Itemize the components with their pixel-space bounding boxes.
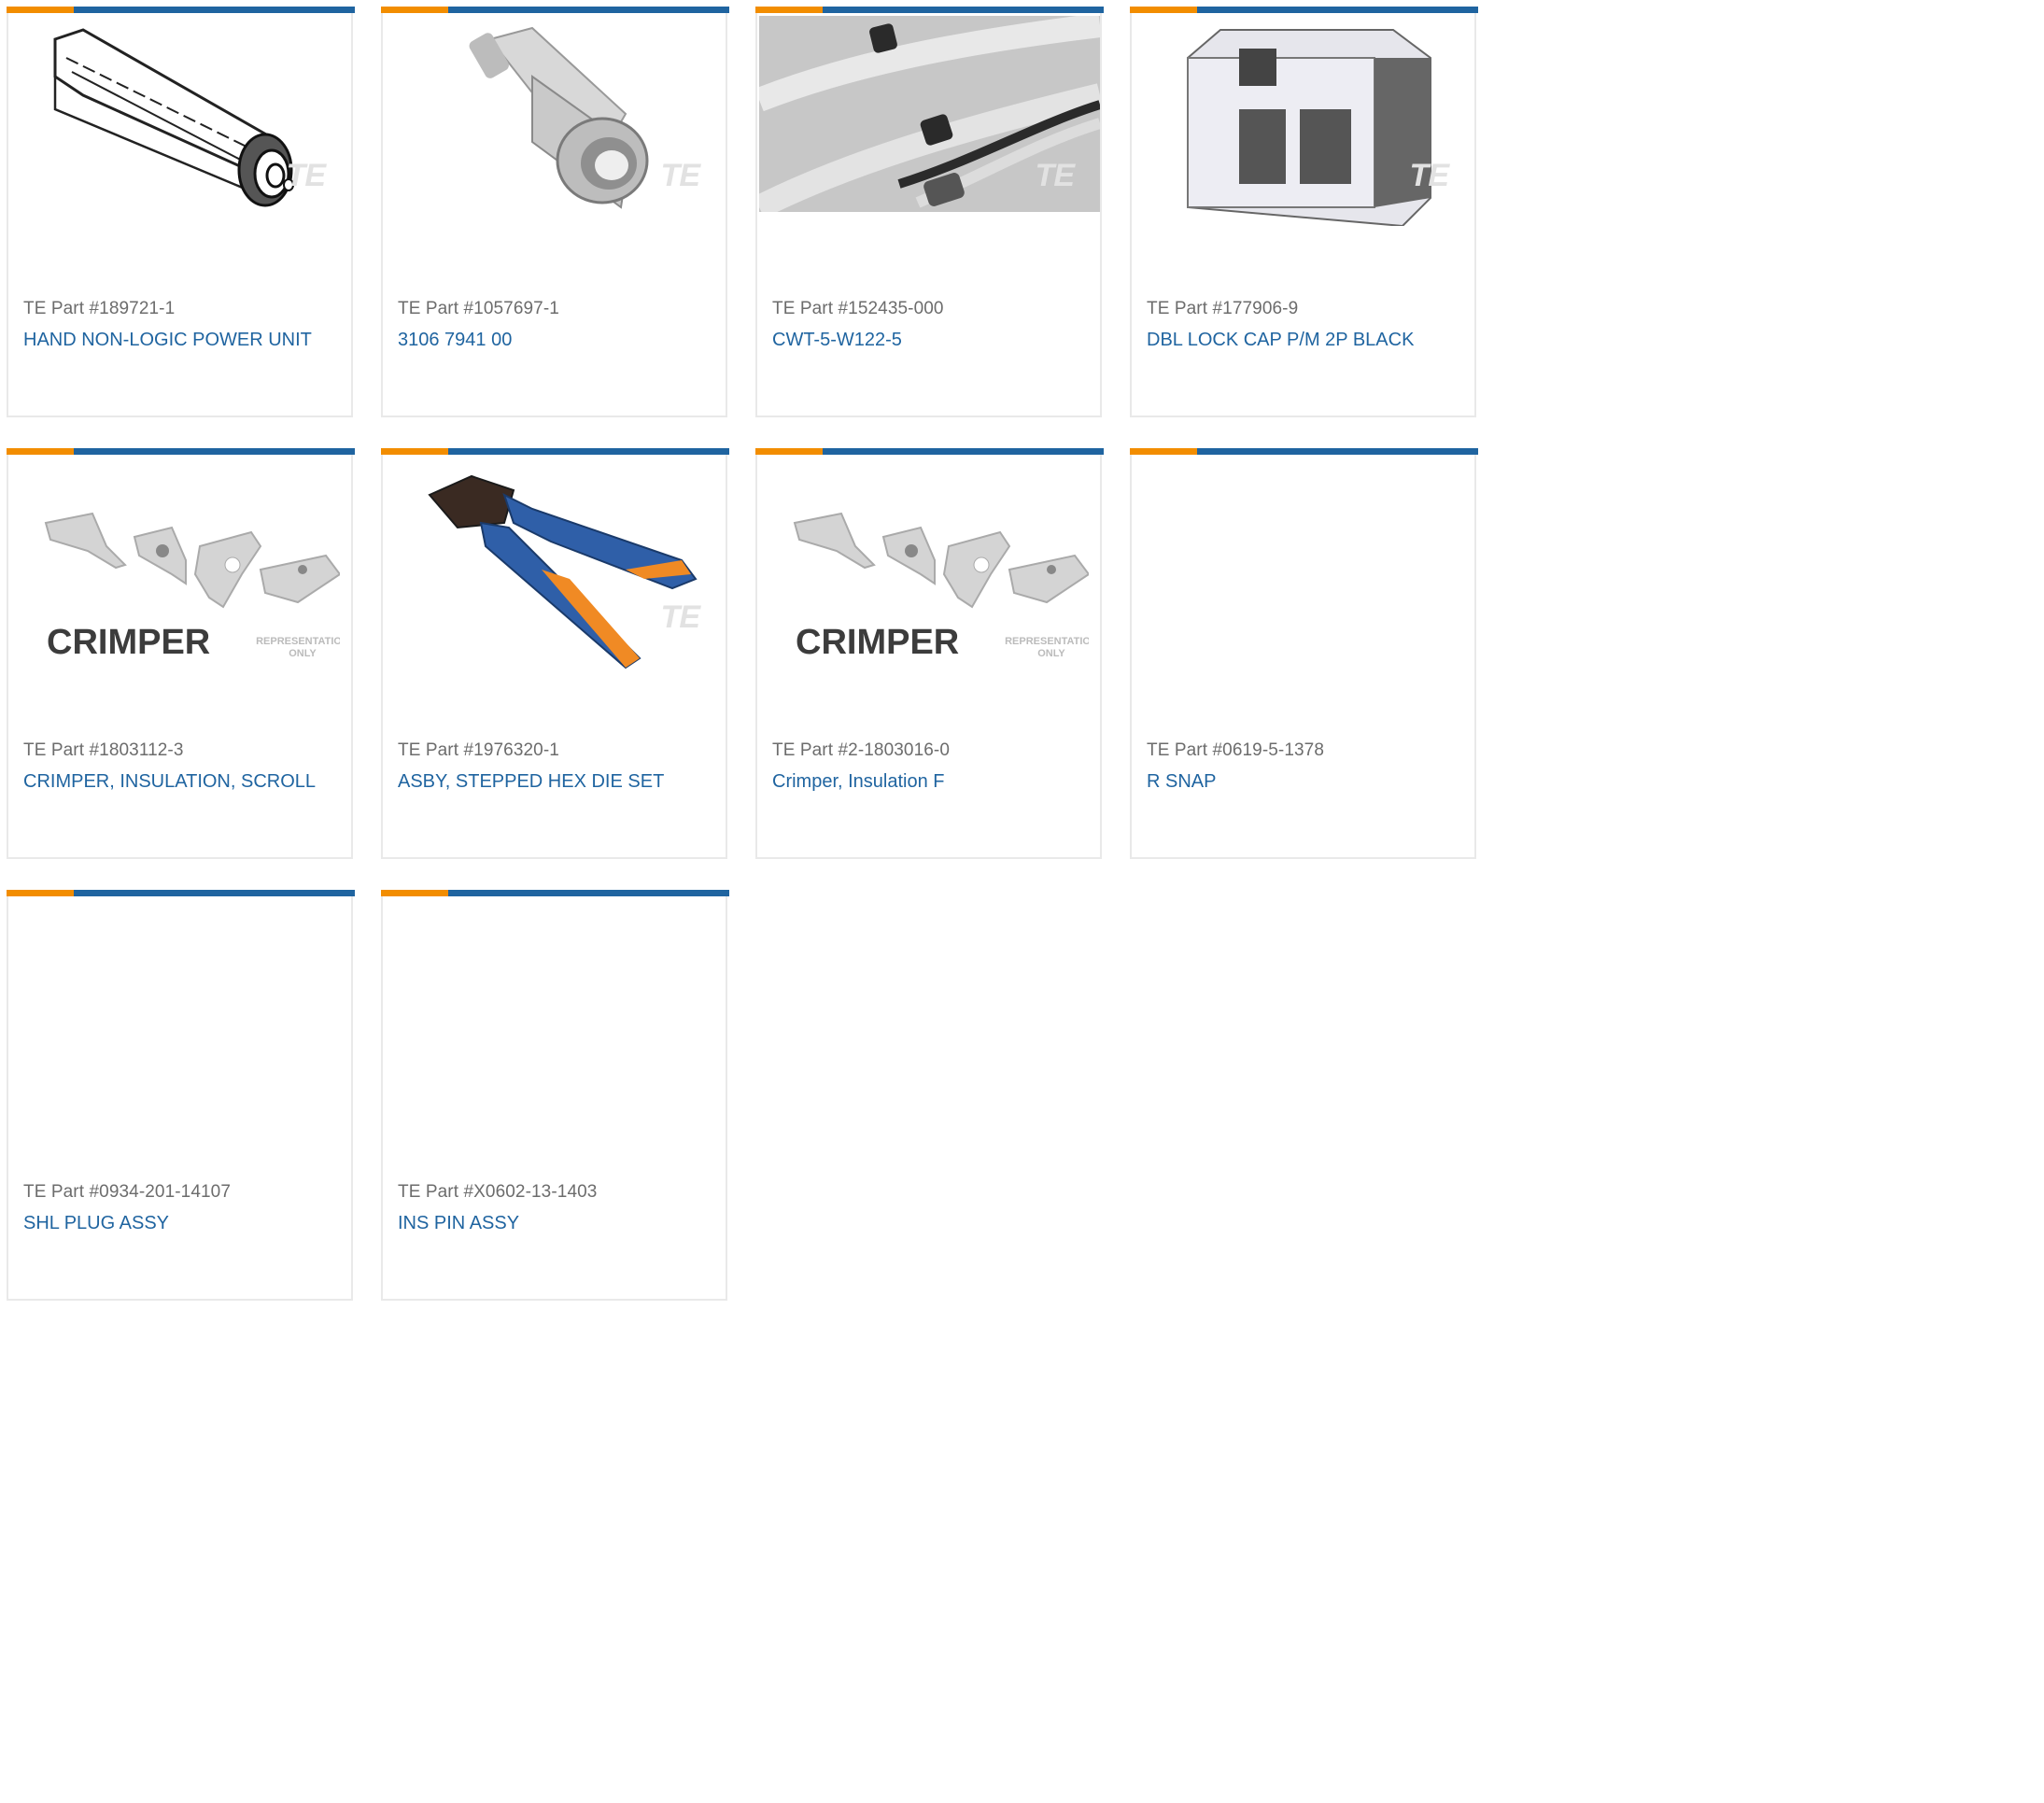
te-watermark: TE <box>286 158 326 193</box>
card-accent-bar <box>381 890 729 896</box>
card-accent-bar <box>1130 7 1478 13</box>
product-name-link[interactable]: INS PIN ASSY <box>398 1213 718 1234</box>
product-name-link[interactable]: SHL PLUG ASSY <box>23 1213 344 1234</box>
product-card[interactable]: CRIMPER REPRESENTATION ONLY TE Part #180… <box>7 448 355 859</box>
product-card[interactable]: TE TE Part #1057697-1 3106 7941 00 <box>381 7 729 417</box>
product-name-link[interactable]: DBL LOCK CAP P/M 2P BLACK <box>1147 330 1467 351</box>
crimper-text: CRIMPER <box>47 623 210 662</box>
part-number: TE Part #0934-201-14107 <box>23 1182 232 1202</box>
empty-image <box>1134 455 1474 674</box>
part-number: TE Part #1976320-1 <box>398 740 559 760</box>
only-text: ONLY <box>289 648 317 659</box>
card-accent-bar <box>755 448 1104 455</box>
part-number: TE Part #177906-9 <box>1147 299 1299 318</box>
part-number: TE Part #0619-5-1378 <box>1147 740 1325 760</box>
te-watermark: TE <box>660 599 700 635</box>
card-accent-bar <box>7 890 355 896</box>
product-name-link[interactable]: 3106 7941 00 <box>398 330 718 351</box>
product-name-link[interactable]: CWT-5-W122-5 <box>772 330 1092 351</box>
product-name-link[interactable]: R SNAP <box>1147 771 1467 793</box>
empty-image <box>10 896 351 1116</box>
product-name-link[interactable]: Crimper, Insulation F <box>772 771 1092 793</box>
representation-text: REPRESENTATION <box>256 636 340 647</box>
te-watermark: TE <box>1409 158 1449 193</box>
card-accent-bar <box>7 448 355 455</box>
product-card[interactable]: TE TE Part #1976320-1 ASBY, STEPPED HEX … <box>381 448 729 859</box>
only-text: ONLY <box>1037 648 1065 659</box>
product-name-link[interactable]: ASBY, STEPPED HEX DIE SET <box>398 771 718 793</box>
empty-image <box>385 896 726 1116</box>
connector-housing-image[interactable]: TE <box>1134 13 1474 232</box>
product-card[interactable]: TE TE Part #152435-000 CWT-5-W122-5 <box>755 7 1104 417</box>
product-name-link[interactable]: HAND NON-LOGIC POWER UNIT <box>23 330 344 351</box>
part-number: TE Part #1803112-3 <box>23 740 184 760</box>
crimper-image[interactable]: CRIMPER REPRESENTATION ONLY <box>759 455 1100 674</box>
product-card[interactable]: TE Part #0619-5-1378 R SNAP <box>1130 448 1478 859</box>
power-unit-image[interactable]: TE <box>10 13 351 232</box>
crimp-tool-image[interactable]: TE <box>385 455 726 674</box>
crimper-text: CRIMPER <box>796 623 959 662</box>
te-watermark: TE <box>660 158 700 193</box>
product-card[interactable]: TE Part #0934-201-14107 SHL PLUG ASSY <box>7 890 355 1301</box>
part-number: TE Part #2-1803016-0 <box>772 740 951 760</box>
card-accent-bar <box>755 7 1104 13</box>
cable-photo-image[interactable]: TE <box>759 13 1100 232</box>
card-accent-bar <box>7 7 355 13</box>
product-name-link[interactable]: CRIMPER, INSULATION, SCROLL <box>23 771 344 793</box>
card-accent-bar <box>381 448 729 455</box>
rf-connector-image[interactable]: TE <box>385 13 726 232</box>
product-card[interactable]: TE TE Part #189721-1 HAND NON-LOGIC POWE… <box>7 7 355 417</box>
representation-text: REPRESENTATION <box>1005 636 1089 647</box>
part-number: TE Part #152435-000 <box>772 299 944 318</box>
product-card[interactable]: TE Part #X0602-13-1403 INS PIN ASSY <box>381 890 729 1301</box>
card-accent-bar <box>1130 448 1478 455</box>
product-card[interactable]: CRIMPER REPRESENTATION ONLY TE Part #2-1… <box>755 448 1104 859</box>
part-number: TE Part #1057697-1 <box>398 299 559 318</box>
te-watermark: TE <box>1035 158 1075 193</box>
part-number: TE Part #X0602-13-1403 <box>398 1182 598 1202</box>
crimper-image[interactable]: CRIMPER REPRESENTATION ONLY <box>10 455 351 674</box>
product-card[interactable]: TE TE Part #177906-9 DBL LOCK CAP P/M 2P… <box>1130 7 1478 417</box>
part-number: TE Part #189721-1 <box>23 299 176 318</box>
card-accent-bar <box>381 7 729 13</box>
